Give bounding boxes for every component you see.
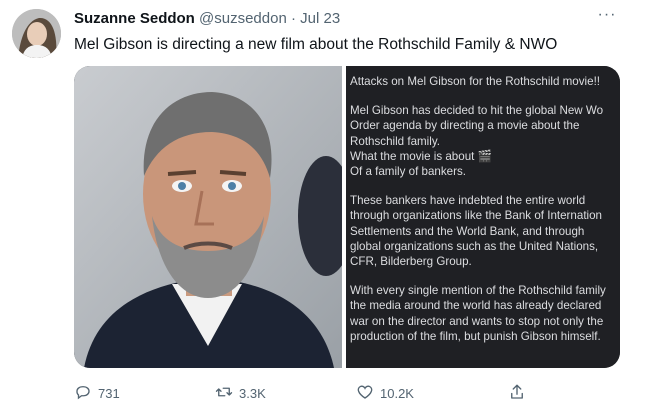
screenshot-line: What the movie is about 🎬 [350,149,493,163]
retweet-button[interactable]: 3.3K [215,383,266,404]
screenshot-line: through organizations like the Bank of I… [350,209,603,223]
author-handle[interactable]: @suzseddon [199,10,287,27]
author-name[interactable]: Suzanne Seddon [74,10,195,27]
tweet-header: Suzanne Seddon @suzseddon · Jul 23 [74,9,340,29]
screenshot-line: Mel Gibson has decided to hit the global… [350,104,604,118]
screenshot-line: Rothschild family. [350,134,440,148]
tweet-text: Mel Gibson is directing a new film about… [74,36,558,53]
text-screenshot-image[interactable]: Attacks on Mel Gibson for the Rothschild… [346,66,620,368]
screenshot-line: Attacks on Mel Gibson for the Rothschild… [350,75,601,88]
reply-count: 731 [98,386,120,401]
reply-button[interactable]: 731 [74,383,120,404]
photo-image[interactable] [74,66,342,368]
screenshot-line: CFR, Bilderberg Group. [350,255,472,269]
retweet-count: 3.3K [239,386,266,401]
share-button[interactable] [508,383,526,404]
screenshot-line: Settlements and the World Bank, and thro… [350,224,585,238]
screenshot-line: war on the director and wants to stop no… [350,314,604,328]
tweet-actions: 731 3.3K 10.2K [0,383,650,405]
tweet-date[interactable]: Jul 23 [300,10,340,27]
more-icon[interactable]: ··· [595,6,619,26]
screenshot-line: global organizations such as the United … [350,239,599,253]
screenshot-line: These bankers have indebted the entire w… [350,194,586,208]
heart-icon [356,383,374,404]
reply-icon [74,383,92,404]
media-attachment[interactable]: Attacks on Mel Gibson for the Rothschild… [74,66,620,368]
screenshot-line: production of the film, but punish Gibso… [350,329,601,343]
like-count: 10.2K [380,386,414,401]
screenshot-line: With every single mention of the Rothsch… [350,284,606,298]
retweet-icon [215,383,233,404]
screenshot-line: the media around the world has already d… [350,299,602,313]
like-button[interactable]: 10.2K [356,383,414,404]
screenshot-line: Of a family of bankers. [350,165,466,179]
avatar[interactable] [12,9,61,58]
share-icon [508,383,526,404]
separator: · [290,10,296,27]
screenshot-line: Order agenda by directing a movie about … [350,119,580,133]
